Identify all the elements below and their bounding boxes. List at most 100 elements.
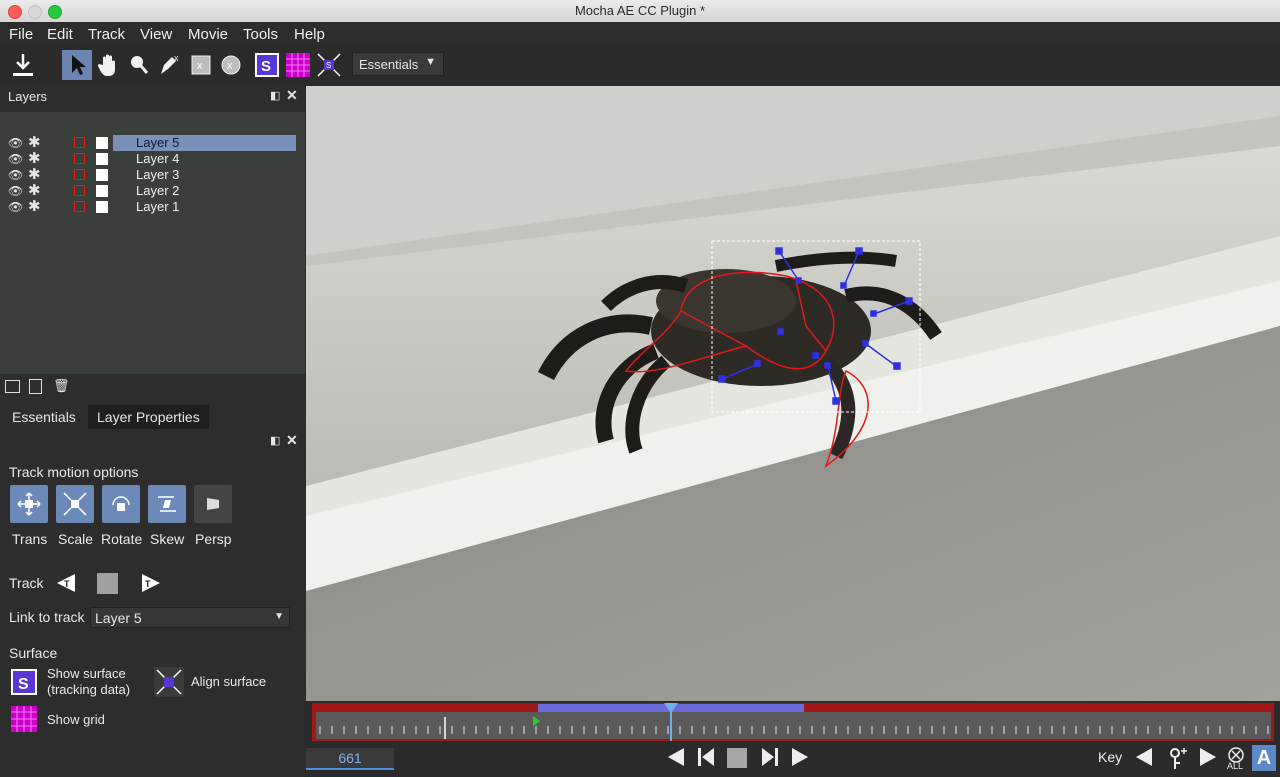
layer-row[interactable]: 👁 ✱ Layer 5 [0, 135, 298, 151]
track-forward-icon: T [142, 574, 160, 592]
menu-file[interactable]: File [9, 26, 33, 43]
close-panel-icon[interactable]: ✕ [286, 432, 298, 449]
layer-name[interactable]: Layer 3 [113, 167, 296, 183]
show-grid-button[interactable] [10, 705, 38, 738]
persp-toggle[interactable] [194, 485, 232, 523]
ruler-ticks [319, 716, 1269, 739]
pick-tool-button[interactable] [62, 50, 92, 80]
align-surface-button[interactable]: S [314, 50, 344, 80]
layer-name[interactable]: Layer 1 [113, 199, 296, 215]
track-backward-button[interactable]: T [55, 572, 79, 599]
visibility-eye-icon[interactable]: 👁 [8, 151, 23, 167]
show-surface-toggle[interactable]: S [252, 50, 282, 80]
rotate-icon [112, 496, 130, 511]
float-panel-icon[interactable]: ◧ [270, 434, 280, 447]
layer-color-swatch[interactable] [74, 169, 85, 180]
align-surface-icon [154, 667, 184, 697]
menu-track[interactable]: Track [88, 26, 125, 43]
menu-help[interactable]: Help [294, 26, 325, 43]
menu-view[interactable]: View [140, 26, 172, 43]
workspace-dropdown[interactable]: Essentials ▼ [352, 52, 444, 76]
layer-color-swatch[interactable] [74, 201, 85, 212]
visibility-eye-icon[interactable]: 👁 [8, 183, 23, 199]
cog-icon[interactable]: ✱ [28, 135, 41, 151]
frame-number-field[interactable]: 661 [306, 748, 394, 770]
trans-toggle[interactable] [10, 485, 48, 523]
layer-name[interactable]: Layer 4 [113, 151, 296, 167]
layer-color-swatch[interactable] [74, 185, 85, 196]
layer-name[interactable]: Layer 5 [113, 135, 296, 151]
ellipse-tool-button[interactable]: x [216, 50, 246, 80]
matte-swatch[interactable] [96, 169, 108, 181]
delete-all-keys-button[interactable]: ALL [1225, 746, 1247, 774]
trash-icon[interactable]: 🗑 [53, 378, 70, 394]
pen-tool-button[interactable]: x [155, 50, 185, 80]
matte-swatch[interactable] [96, 201, 108, 213]
visibility-eye-icon[interactable]: 👁 [8, 199, 23, 215]
cog-icon[interactable]: ✱ [28, 183, 41, 199]
menu-tools[interactable]: Tools [243, 26, 278, 43]
svg-text:S: S [18, 676, 29, 693]
rotate-toggle[interactable] [102, 485, 140, 523]
layer-color-swatch[interactable] [74, 153, 85, 164]
layer-row[interactable]: 👁 ✱ Layer 2 [0, 183, 298, 199]
pan-tool-button[interactable] [93, 50, 123, 80]
stop-button[interactable] [727, 748, 747, 768]
playhead-line [670, 710, 672, 741]
layer-row[interactable]: 👁 ✱ Layer 4 [0, 151, 298, 167]
layer-row[interactable]: 👁 ✱ Layer 1 [0, 199, 298, 215]
play-forward-button[interactable] [790, 746, 810, 773]
matte-swatch[interactable] [96, 153, 108, 165]
cog-icon[interactable]: ✱ [28, 151, 41, 167]
export-button[interactable] [8, 50, 38, 80]
svg-text:x: x [227, 60, 233, 72]
rectangle-tool-button[interactable]: x [186, 50, 216, 80]
menu-edit[interactable]: Edit [47, 26, 73, 43]
scale-toggle[interactable] [56, 485, 94, 523]
align-surface-button[interactable] [154, 667, 184, 702]
visibility-eye-icon[interactable]: 👁 [8, 167, 23, 183]
cog-icon[interactable]: ✱ [28, 199, 41, 215]
track-forward-button[interactable]: T [138, 572, 162, 599]
layer-color-swatch[interactable] [74, 137, 85, 148]
crab-footage-image [306, 86, 1280, 701]
zoom-tool-button[interactable] [124, 50, 154, 80]
matte-swatch[interactable] [96, 137, 108, 149]
svg-text:x: x [174, 53, 179, 63]
new-layer-icon[interactable] [29, 379, 42, 394]
tab-layer-properties[interactable]: Layer Properties [88, 405, 209, 429]
ellipse-x-icon: x [221, 55, 241, 75]
next-key-icon [1200, 748, 1216, 766]
link-to-track-dropdown[interactable]: Layer 5 ▼ [90, 607, 290, 628]
menu-movie[interactable]: Movie [188, 26, 228, 43]
matte-swatch[interactable] [96, 185, 108, 197]
clip-viewer[interactable] [306, 86, 1280, 701]
step-back-button[interactable] [696, 746, 716, 773]
svg-text:S: S [261, 58, 271, 75]
next-key-button[interactable] [1198, 746, 1218, 773]
show-grid-toggle[interactable] [283, 50, 313, 80]
prev-key-button[interactable] [1134, 746, 1154, 773]
float-panel-icon[interactable]: ◧ [270, 89, 280, 102]
scale-label: Scale [58, 531, 94, 547]
skew-toggle[interactable] [148, 485, 186, 523]
chevron-down-icon: ▼ [425, 56, 436, 68]
tab-essentials[interactable]: Essentials [6, 405, 82, 429]
prev-frame-button[interactable] [666, 746, 686, 773]
download-icon [13, 54, 33, 76]
timeline-ruler[interactable] [316, 712, 1271, 739]
new-folder-icon[interactable] [5, 380, 20, 393]
layer-name[interactable]: Layer 2 [113, 183, 296, 199]
stop-tracking-button[interactable] [97, 573, 118, 594]
step-forward-button[interactable] [760, 746, 780, 773]
add-key-button[interactable] [1166, 746, 1188, 775]
show-surface-button[interactable]: S [10, 668, 38, 701]
layer-row[interactable]: 👁 ✱ Layer 3 [0, 167, 298, 183]
autokey-toggle[interactable]: A [1252, 745, 1276, 771]
track-motion-heading: Track motion options [9, 464, 139, 480]
show-surface-sublabel: (tracking data) [47, 682, 131, 697]
visibility-eye-icon[interactable]: 👁 [8, 135, 23, 151]
show-surface-label: Show surface [47, 666, 126, 681]
close-panel-icon[interactable]: ✕ [286, 87, 298, 104]
cog-icon[interactable]: ✱ [28, 167, 41, 183]
